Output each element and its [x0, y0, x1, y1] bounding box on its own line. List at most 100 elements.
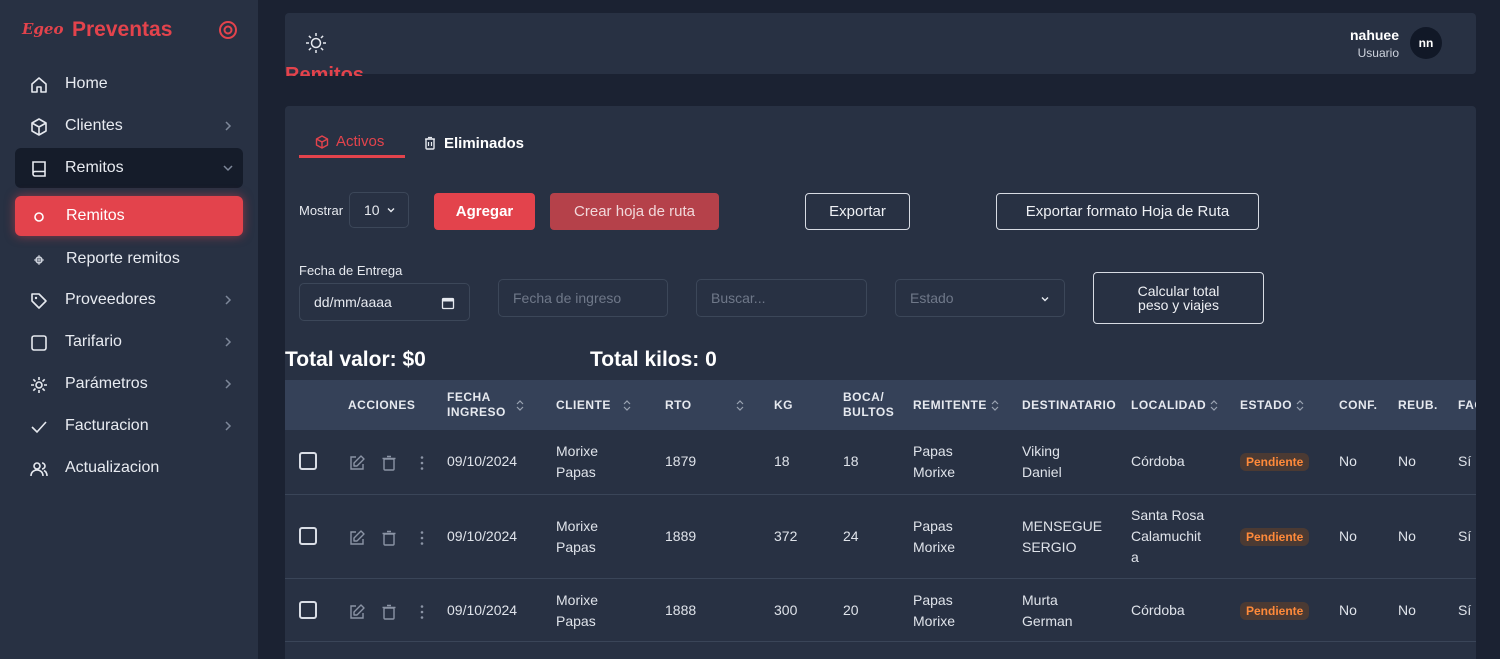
- sort-icon: [991, 399, 999, 411]
- th-rto[interactable]: RTO: [665, 380, 744, 430]
- sidebar-toggle-icon[interactable]: [218, 20, 238, 40]
- trash-icon[interactable]: [380, 529, 398, 547]
- sidebar-item-clientes[interactable]: Clientes: [15, 106, 243, 146]
- cell-cliente: Morixe Papas: [556, 516, 598, 558]
- sidebar-item-home[interactable]: Home: [15, 64, 243, 104]
- cell-kg: 372: [774, 528, 798, 544]
- box-icon: [31, 118, 47, 136]
- status-badge: Pendiente: [1240, 528, 1310, 546]
- exportar-button[interactable]: Exportar: [805, 193, 910, 230]
- th-boca-text: BOCA/BULTOS: [843, 390, 894, 420]
- calcular-total-button[interactable]: Calcular total peso y viajes: [1093, 272, 1264, 324]
- estado-placeholder: Estado: [910, 290, 954, 306]
- sort-icon: [736, 399, 744, 411]
- sidebar-item-actualizacion[interactable]: Actualizacion: [15, 448, 243, 488]
- sidebar-item-label: Home: [65, 75, 108, 92]
- th-reub: REUB.: [1398, 397, 1438, 412]
- users-icon: [30, 462, 48, 477]
- cell-fecha: 09/10/2024: [447, 602, 518, 618]
- dot-icon: [34, 255, 44, 265]
- th-rto-text: RTO: [665, 397, 692, 412]
- row-checkbox[interactable]: [299, 527, 317, 545]
- sidebar-item-remitos-group[interactable]: Remitos: [15, 148, 243, 188]
- th-destinatario[interactable]: DESTINATARIO: [1022, 380, 1123, 430]
- cell-remitente: Papas Morixe: [913, 516, 955, 558]
- page-size-select[interactable]: 10: [349, 192, 409, 228]
- cell-destinatario-line2: SERGIO: [1022, 539, 1077, 555]
- sidebar-item-remitos[interactable]: Remitos: [15, 196, 243, 236]
- tab-activos[interactable]: Activos: [299, 128, 405, 158]
- chevron-right-icon: [225, 121, 232, 131]
- cell-localidad-line3: a: [1131, 549, 1139, 565]
- exportar-formato-button[interactable]: Exportar formato Hoja de Ruta: [996, 193, 1259, 230]
- status-badge: Pendiente: [1240, 602, 1310, 620]
- agregar-button[interactable]: Agregar: [434, 193, 535, 230]
- cell-remitente: Papas Morixe: [913, 441, 955, 483]
- th-estado[interactable]: ESTADO: [1240, 380, 1304, 430]
- cell-remitente-line1: Papas: [913, 518, 953, 534]
- sidebar-item-tarifario[interactable]: Tarifario: [15, 322, 243, 362]
- sidebar-item-label: Clientes: [65, 117, 123, 134]
- chevron-down-icon: [387, 208, 395, 213]
- th-cliente[interactable]: CLIENTE: [556, 380, 631, 430]
- trash-icon[interactable]: [380, 454, 398, 472]
- row-checkbox[interactable]: [299, 452, 317, 470]
- th-boca-line2: BULTOS: [843, 405, 895, 419]
- crear-hoja-ruta-button[interactable]: Crear hoja de ruta: [550, 193, 719, 230]
- cell-rto: 1889: [665, 528, 697, 544]
- table-header: ACCIONES FECHA INGRESO CLIENTE RTO KG BOC…: [285, 380, 1476, 430]
- box-icon: [315, 134, 329, 149]
- top-header: nahuee Usuario nn: [285, 13, 1476, 74]
- edit-icon[interactable]: [348, 454, 366, 472]
- th-remitente[interactable]: REMITENTE: [913, 380, 999, 430]
- edit-icon[interactable]: [348, 529, 366, 547]
- home-icon: [31, 77, 47, 93]
- sidebar-item-parametros[interactable]: Parámetros: [15, 364, 243, 404]
- edit-icon[interactable]: [348, 603, 366, 621]
- cell-reub: No: [1398, 453, 1416, 469]
- page-title-text: Remitos: [285, 66, 364, 76]
- cell-localidad-line2: Calamuchit: [1131, 528, 1202, 544]
- th-boca-line1: BOCA/: [843, 390, 885, 404]
- th-fecha-ingreso[interactable]: FECHA INGRESO: [447, 380, 524, 430]
- avatar[interactable]: nn: [1410, 27, 1442, 59]
- search-input[interactable]: Buscar...: [696, 279, 867, 317]
- cell-remitente-line2: Morixe: [913, 613, 956, 629]
- book-icon: [32, 161, 46, 177]
- sidebar-item-label: Remitos: [66, 207, 125, 224]
- cell-localidad-line1: Santa Rosa: [1131, 507, 1205, 523]
- cell-remitente-line2: Morixe: [913, 539, 956, 555]
- cell-kg: 300: [774, 602, 798, 618]
- row-checkbox[interactable]: [299, 601, 317, 619]
- sun-icon[interactable]: [305, 32, 327, 54]
- sidebar-item-label: Remitos: [65, 159, 124, 176]
- th-localidad-text: LOCALIDAD: [1131, 397, 1207, 412]
- user-role: Usuario: [1357, 46, 1399, 60]
- chevron-right-icon: [225, 295, 232, 305]
- page-size-value: 10: [364, 202, 380, 218]
- th-localidad[interactable]: LOCALIDAD: [1131, 380, 1218, 430]
- cell-cliente: Morixe Papas: [556, 441, 598, 483]
- more-vertical-icon[interactable]: [413, 529, 431, 547]
- th-boca-bultos: BOCA/BULTOS: [843, 380, 894, 430]
- trash-icon[interactable]: [380, 603, 398, 621]
- cell-remitente-line1: Papas: [913, 443, 953, 459]
- sidebar-item-proveedores[interactable]: Proveedores: [15, 280, 243, 320]
- fecha-ingreso-placeholder: Fecha de ingreso: [513, 290, 622, 306]
- sidebar-item-facturacion[interactable]: Facturacion: [15, 406, 243, 446]
- fecha-entrega-input[interactable]: dd/mm/aaaa: [299, 283, 470, 321]
- more-vertical-icon[interactable]: [413, 454, 431, 472]
- tab-eliminados[interactable]: Eliminados: [423, 128, 524, 158]
- calendar-icon[interactable]: [441, 296, 455, 310]
- cell-cliente-line1: Morixe: [556, 592, 599, 608]
- brand-logo: Egeo: [22, 20, 64, 38]
- cell-reub: No: [1398, 602, 1416, 618]
- fecha-ingreso-input[interactable]: Fecha de ingreso: [498, 279, 668, 317]
- square-icon: [31, 335, 47, 351]
- sidebar-item-reporte-remitos[interactable]: Reporte remitos: [15, 239, 243, 279]
- estado-select[interactable]: Estado: [895, 279, 1065, 317]
- cell-bultos: 18: [843, 453, 859, 469]
- chevron-right-icon: [225, 337, 232, 347]
- cell-reub: No: [1398, 528, 1416, 544]
- more-vertical-icon[interactable]: [413, 603, 431, 621]
